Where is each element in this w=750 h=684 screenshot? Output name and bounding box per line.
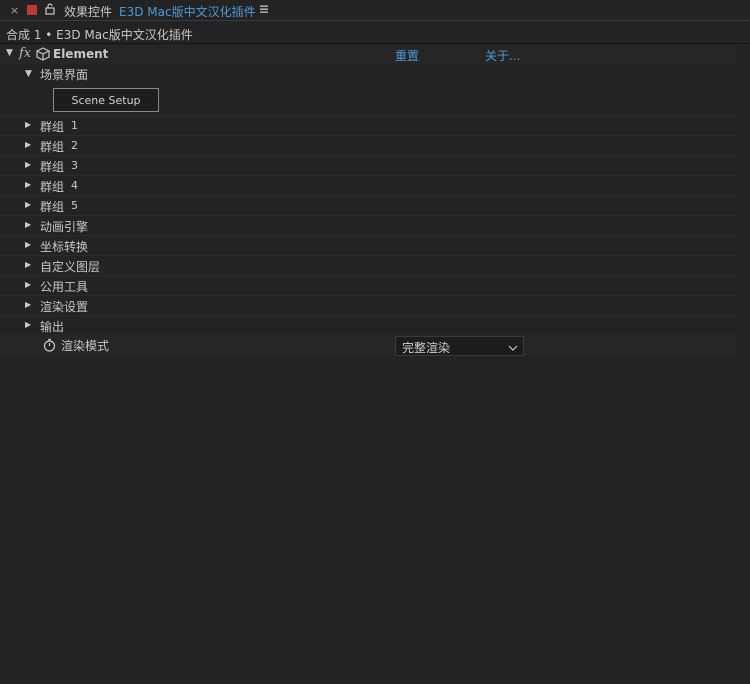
group-row-5[interactable]: ▶ 群组 5 <box>0 196 737 216</box>
group-label: 群组 <box>40 140 65 154</box>
about-link[interactable]: 关于... <box>485 47 520 64</box>
section-output[interactable]: ▶ 输出 <box>0 316 737 336</box>
render-mode-value: 完整渲染 <box>402 341 451 355</box>
section-coordinate-transform[interactable]: ▶ 坐标转换 <box>0 236 737 256</box>
expand-arrow-icon[interactable]: ▶ <box>25 280 31 289</box>
expand-arrow-icon[interactable]: ▶ <box>25 160 31 169</box>
section-custom-layers[interactable]: ▶ 自定义图层 <box>0 256 737 276</box>
expand-arrow-icon[interactable]: ▶ <box>25 320 31 329</box>
effect-name: Element <box>53 47 109 61</box>
group-row-4[interactable]: ▶ 群组 4 <box>0 176 737 196</box>
render-mode-label: 渲染模式 <box>61 339 110 353</box>
expand-arrow-icon[interactable]: ▶ <box>25 300 31 309</box>
expand-arrow-icon[interactable]: ▶ <box>25 240 31 249</box>
expand-arrow-icon[interactable]: ▶ <box>25 220 31 229</box>
group-number: 4 <box>71 179 78 192</box>
group-row-2[interactable]: ▶ 群组 2 <box>0 136 737 156</box>
panel-menu-icon[interactable] <box>259 3 269 17</box>
group-number: 1 <box>71 119 78 132</box>
group-label: 群组 <box>40 180 65 194</box>
expand-arrow-icon[interactable]: ▶ <box>25 180 31 189</box>
chevron-down-icon <box>508 341 518 355</box>
render-mode-row: 渲染模式 完整渲染 <box>0 335 737 356</box>
section-label: 动画引擎 <box>40 220 89 234</box>
effect-header: ▼ fx Element 重置 关于... <box>0 45 737 64</box>
stopwatch-icon[interactable] <box>43 338 56 355</box>
lock-icon[interactable] <box>45 3 55 18</box>
group-row-1[interactable]: ▶ 群组 1 <box>0 116 737 136</box>
group-label: 群组 <box>40 200 65 214</box>
panel-title[interactable]: 效果控件 <box>64 3 112 20</box>
collapse-effect-icon[interactable]: ▼ <box>6 48 13 58</box>
layer-name[interactable]: E3D Mac版中文汉化插件 <box>119 3 256 20</box>
expand-arrow-icon[interactable]: ▶ <box>25 200 31 209</box>
section-animation-engine[interactable]: ▶ 动画引擎 <box>0 216 737 236</box>
group-number: 5 <box>71 199 78 212</box>
label-color-swatch[interactable] <box>27 5 37 15</box>
cube-icon <box>36 47 50 64</box>
panel-tab-bar: × 效果控件 E3D Mac版中文汉化插件 <box>0 0 750 21</box>
reset-link[interactable]: 重置 <box>395 47 419 64</box>
breadcrumb-divider <box>0 43 750 44</box>
close-tab-icon[interactable]: × <box>10 4 19 17</box>
breadcrumb-bar: 合成 1 • E3D Mac版中文汉化插件 <box>0 23 750 43</box>
section-label: 公用工具 <box>40 280 89 294</box>
group-row-3[interactable]: ▶ 群组 3 <box>0 156 737 176</box>
group-number: 3 <box>71 159 78 172</box>
breadcrumb: 合成 1 • E3D Mac版中文汉化插件 <box>6 28 193 42</box>
section-label: 坐标转换 <box>40 240 89 254</box>
group-label: 群组 <box>40 160 65 174</box>
fx-toggle-icon[interactable]: fx <box>19 46 31 61</box>
group-label: 群组 <box>40 120 65 134</box>
section-utilities[interactable]: ▶ 公用工具 <box>0 276 737 296</box>
expand-arrow-icon[interactable]: ▶ <box>25 260 31 269</box>
scene-interface-group: ▼ 场景界面 Scene Setup <box>0 64 737 116</box>
expand-arrow-icon[interactable]: ▶ <box>25 120 31 129</box>
section-render-settings[interactable]: ▶ 渲染设置 <box>0 296 737 316</box>
scene-interface-label: 场景界面 <box>40 68 89 82</box>
section-label: 渲染设置 <box>40 300 89 314</box>
collapse-scene-icon[interactable]: ▼ <box>25 69 32 79</box>
group-number: 2 <box>71 139 78 152</box>
tab-divider <box>0 20 750 21</box>
expand-arrow-icon[interactable]: ▶ <box>25 140 31 149</box>
section-label: 自定义图层 <box>40 260 101 274</box>
render-mode-select[interactable]: 完整渲染 <box>395 336 524 356</box>
section-label: 输出 <box>40 320 65 334</box>
scene-setup-button[interactable]: Scene Setup <box>53 88 159 112</box>
